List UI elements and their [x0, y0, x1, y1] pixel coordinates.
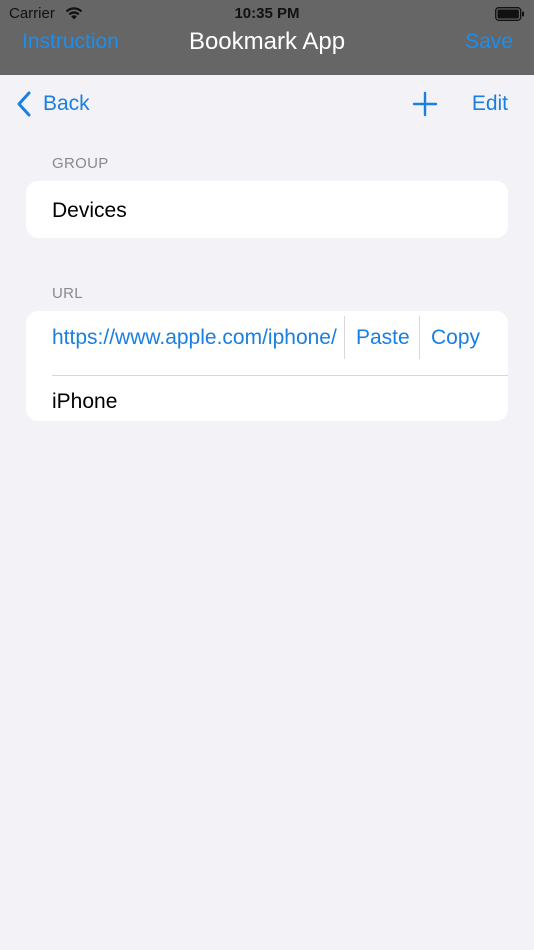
copy-button[interactable]: Copy: [431, 326, 480, 350]
row-separator: [52, 375, 508, 376]
clock: 10:35 PM: [234, 5, 300, 22]
edit-button[interactable]: Edit: [472, 92, 508, 116]
url-section-header: URL: [52, 285, 83, 302]
chevron-left-icon[interactable]: [14, 90, 34, 118]
toolbar: Back Edit: [0, 75, 534, 133]
back-button[interactable]: Back: [43, 92, 90, 116]
paste-button[interactable]: Paste: [356, 326, 410, 350]
save-button[interactable]: Save: [465, 30, 513, 54]
battery-icon: [495, 7, 524, 21]
url-card: https://www.apple.com/iphone/ Paste Copy…: [26, 311, 508, 421]
top-bar: Carrier 10:35 PM Instruction Bookmark Ap…: [0, 0, 534, 75]
group-card: Devices: [26, 181, 508, 238]
status-bar: Carrier 10:35 PM: [0, 0, 534, 28]
bookmark-name-field[interactable]: iPhone: [52, 390, 117, 414]
group-value[interactable]: Devices: [52, 199, 127, 223]
group-section-header: GROUP: [52, 155, 109, 172]
url-field[interactable]: https://www.apple.com/iphone/: [52, 326, 342, 350]
plus-icon[interactable]: [412, 91, 438, 117]
divider: [419, 316, 420, 359]
divider: [344, 316, 345, 359]
page-title: Bookmark App: [188, 28, 346, 55]
